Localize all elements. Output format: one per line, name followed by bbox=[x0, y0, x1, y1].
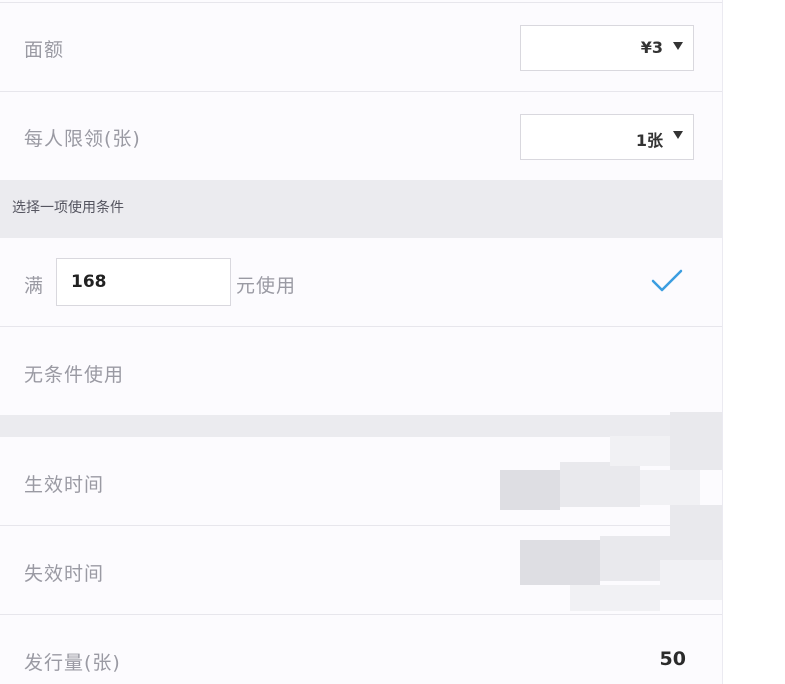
per-person-limit-row: 每人限领(张) 1张 bbox=[0, 92, 722, 180]
threshold-suffix: 元使用 bbox=[236, 275, 297, 297]
per-person-limit-dropdown[interactable]: 1张 bbox=[520, 114, 694, 160]
no-condition-option[interactable]: 无条件使用 bbox=[0, 327, 722, 415]
redaction-block bbox=[670, 412, 722, 470]
threshold-condition-option[interactable]: 满 元使用 bbox=[0, 238, 722, 326]
chevron-down-icon bbox=[673, 42, 683, 50]
threshold-prefix: 满 bbox=[24, 275, 45, 297]
start-time-label: 生效时间 bbox=[24, 474, 105, 496]
end-time-label: 失效时间 bbox=[24, 563, 105, 585]
section-spacer bbox=[0, 415, 722, 437]
per-person-limit-selected: 1张 bbox=[635, 131, 663, 150]
redaction-block bbox=[570, 585, 660, 611]
redaction-block bbox=[520, 540, 600, 585]
redaction-block bbox=[560, 462, 640, 507]
redaction-block bbox=[640, 470, 700, 505]
coupon-settings-form: 面额 ¥3 每人限领(张) 1张 选择一项使用条件 满 元使用 无条件使用 生效… bbox=[0, 0, 723, 684]
usage-condition-title: 选择一项使用条件 bbox=[12, 200, 124, 216]
per-person-limit-label: 每人限领(张) bbox=[24, 128, 141, 150]
redaction-block bbox=[610, 436, 670, 466]
chevron-down-icon bbox=[673, 131, 683, 139]
face-value-dropdown[interactable]: ¥3 bbox=[520, 25, 694, 71]
redaction-block bbox=[670, 505, 722, 560]
face-value-row: 面额 ¥3 bbox=[0, 3, 722, 91]
issue-quantity-label: 发行量(张) bbox=[24, 652, 121, 674]
no-condition-label: 无条件使用 bbox=[24, 364, 125, 386]
usage-condition-header: 选择一项使用条件 bbox=[0, 180, 722, 238]
checkmark-icon bbox=[651, 269, 683, 292]
face-value-label: 面额 bbox=[24, 39, 65, 61]
face-value-selected: ¥3 bbox=[640, 38, 663, 57]
issue-quantity-value: 50 bbox=[659, 648, 686, 670]
threshold-amount-input[interactable] bbox=[56, 258, 231, 306]
issue-quantity-row: 发行量(张) 50 bbox=[0, 615, 722, 684]
redaction-block bbox=[500, 470, 560, 510]
redaction-block bbox=[660, 560, 722, 600]
empty-margin bbox=[723, 0, 785, 684]
